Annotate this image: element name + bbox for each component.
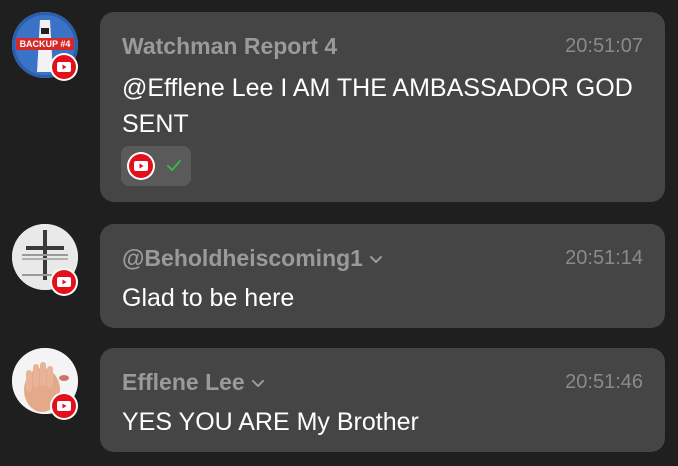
timestamp: 20:51:46 bbox=[565, 371, 643, 393]
chevron-down-icon[interactable] bbox=[369, 255, 383, 265]
youtube-icon bbox=[50, 53, 78, 81]
message-bubble: @Beholdheiscoming1 20:51:14 Glad to be h… bbox=[100, 224, 665, 328]
timestamp: 20:51:14 bbox=[565, 247, 643, 269]
youtube-icon bbox=[50, 392, 78, 420]
author-name[interactable]: Watchman Report 4 bbox=[122, 32, 337, 60]
message-bubble: Efflene Lee 20:51:46 YES YOU ARE My Brot… bbox=[100, 348, 665, 452]
youtube-icon bbox=[50, 268, 78, 296]
message-text: @Efflene Lee I AM THE AMBASSADOR GOD SEN… bbox=[122, 74, 633, 138]
check-icon bbox=[167, 160, 181, 171]
youtube-icon bbox=[127, 152, 155, 180]
author-name[interactable]: @Beholdheiscoming1 bbox=[122, 244, 383, 272]
chat-feed: BACKUP #4 Watchman Report 4 20:51:07 @Ef… bbox=[0, 0, 678, 466]
author-label: @Beholdheiscoming1 bbox=[122, 245, 363, 271]
timestamp: 20:51:07 bbox=[565, 35, 643, 57]
source-chip[interactable] bbox=[121, 146, 191, 186]
author-name[interactable]: Efflene Lee bbox=[122, 368, 265, 396]
chevron-down-icon[interactable] bbox=[251, 379, 265, 389]
avatar-label: BACKUP #4 bbox=[20, 39, 71, 49]
message-text: YES YOU ARE My Brother bbox=[122, 408, 419, 436]
message-text: Glad to be here bbox=[122, 284, 295, 312]
author-label: Efflene Lee bbox=[122, 369, 245, 395]
message-bubble: Watchman Report 4 20:51:07 @Efflene Lee … bbox=[100, 12, 665, 202]
